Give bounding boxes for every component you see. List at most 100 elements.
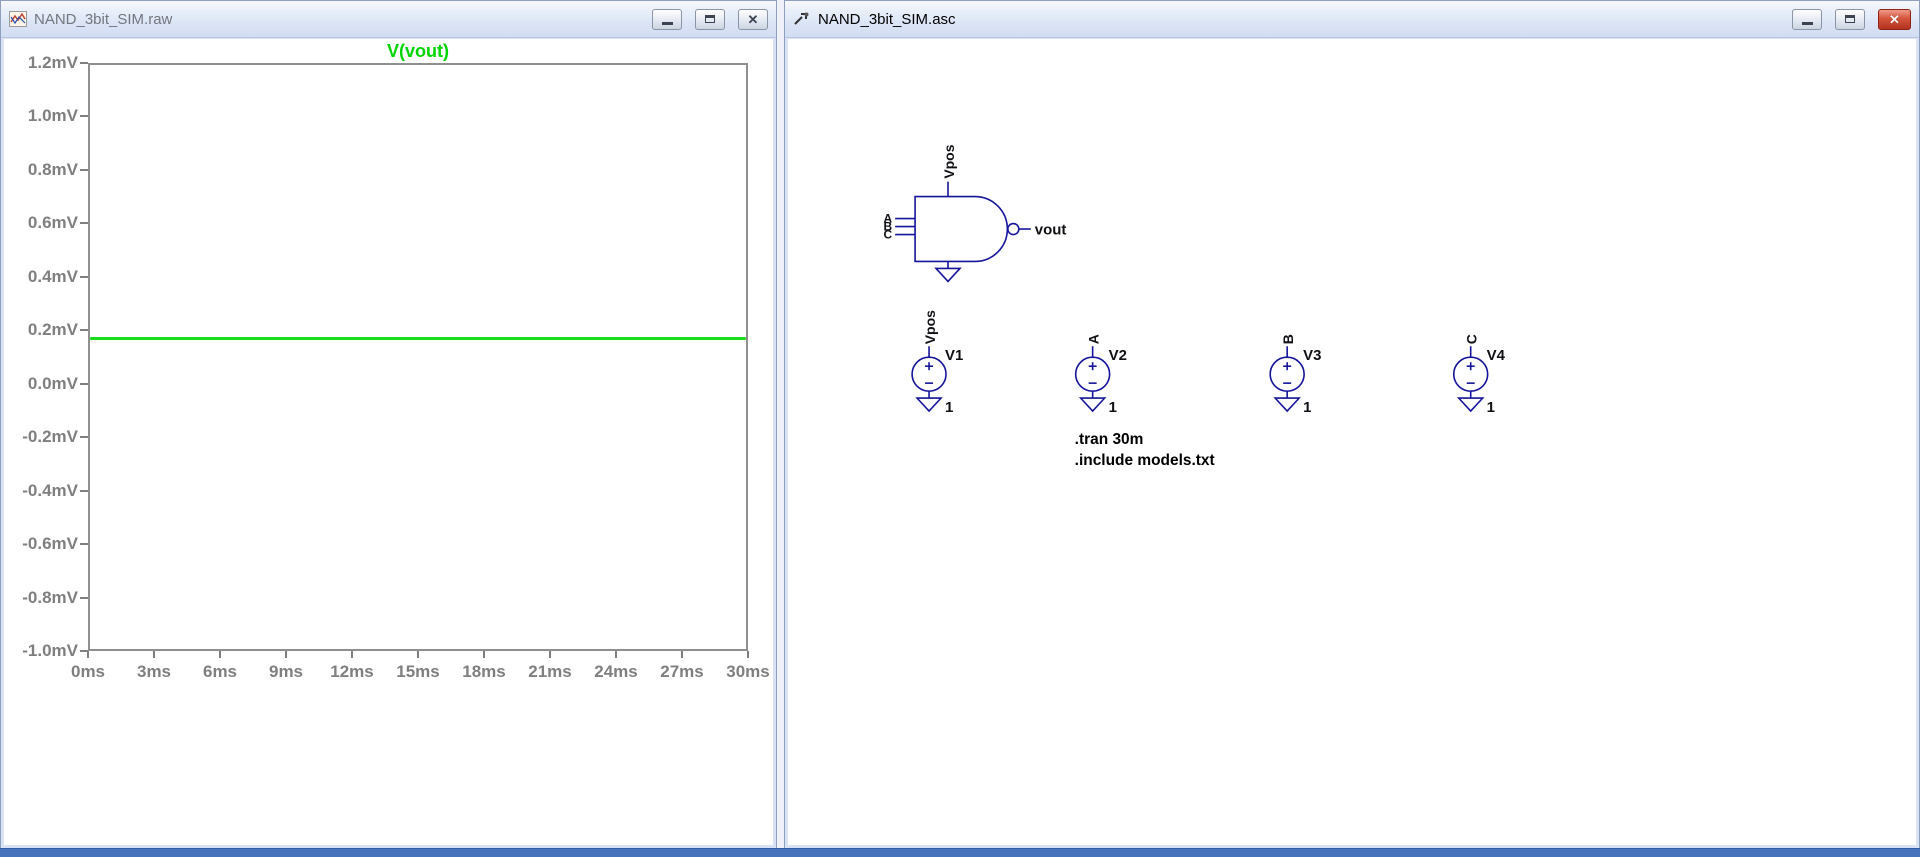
x-tick-mark [87, 651, 89, 658]
close-icon: ✕ [748, 13, 759, 26]
y-tick-label: -0.2mV [4, 427, 78, 447]
nand-gate[interactable]: A B C Vpos vout [883, 144, 1066, 281]
y-tick-label: 1.2mV [4, 53, 78, 73]
net-label-vout[interactable]: vout [1035, 222, 1067, 239]
x-tick-mark [615, 651, 617, 658]
voltage-source-v2[interactable]: A V2 1 [1076, 334, 1127, 416]
y-tick-label: 1.0mV [4, 106, 78, 126]
y-tick-mark [80, 276, 88, 278]
y-tick-mark [80, 383, 88, 385]
voltage-source-v3[interactable]: B V3 1 [1270, 334, 1321, 416]
maximize-button[interactable] [695, 9, 725, 30]
minimize-button[interactable] [652, 9, 682, 30]
x-tick-label: 9ms [251, 662, 321, 682]
x-tick-label: 3ms [119, 662, 189, 682]
ground-symbol[interactable] [936, 268, 960, 281]
x-tick-mark [285, 651, 287, 658]
minimize-icon [662, 22, 673, 25]
schematic-canvas[interactable]: A B C Vpos vout Vpos V1 1 [788, 39, 1916, 845]
source-name[interactable]: V2 [1109, 347, 1127, 364]
schematic-drawing: A B C Vpos vout Vpos V1 1 [788, 39, 1916, 845]
x-tick-label: 24ms [581, 662, 651, 682]
ground-symbol[interactable] [917, 398, 941, 411]
schematic-window: NAND_3bit_SIM.asc ✕ A B C Vpos [784, 0, 1920, 849]
net-label[interactable]: Vpos [922, 310, 938, 344]
source-name[interactable]: V1 [945, 347, 963, 364]
net-label[interactable]: A [1086, 334, 1102, 344]
source-value[interactable]: 1 [945, 399, 953, 416]
schematic-file-icon [793, 11, 811, 27]
source-value[interactable]: 1 [1303, 399, 1311, 416]
source-name[interactable]: V4 [1487, 347, 1506, 364]
maximize-icon [705, 15, 715, 23]
spice-directive-tran[interactable]: .tran 30m [1075, 431, 1144, 448]
waveform-file-icon [9, 11, 27, 27]
ground-symbol[interactable] [1081, 398, 1105, 411]
y-tick-mark [80, 329, 88, 331]
x-tick-mark [483, 651, 485, 658]
x-tick-label: 6ms [185, 662, 255, 682]
y-tick-label: -0.6mV [4, 534, 78, 554]
maximize-icon [1845, 15, 1855, 23]
minimize-icon [1802, 22, 1813, 25]
waveform-pane[interactable]: V(vout) 1.2mV 1.0mV 0.8mV 0.6mV 0.4mV 0.2mV 0.… [4, 39, 773, 845]
x-tick-mark [549, 651, 551, 658]
y-tick-label: -1.0mV [4, 641, 78, 661]
y-tick-mark [80, 597, 88, 599]
minimize-button[interactable] [1792, 9, 1822, 30]
source-value[interactable]: 1 [1487, 399, 1495, 416]
x-tick-label: 0ms [53, 662, 123, 682]
x-tick-label: 30ms [713, 662, 773, 682]
x-tick-mark [747, 651, 749, 658]
close-button[interactable]: ✕ [1878, 9, 1911, 30]
waveform-window: NAND_3bit_SIM.raw ✕ V(vout) 1.2mV 1.0mV 0.… [0, 0, 777, 849]
x-tick-mark [351, 651, 353, 658]
y-tick-mark [80, 490, 88, 492]
plot-title[interactable]: V(vout) [88, 41, 748, 63]
y-tick-mark [80, 169, 88, 171]
x-tick-mark [681, 651, 683, 658]
y-tick-mark [80, 62, 88, 64]
window-bottom-border [0, 848, 1920, 857]
y-tick-label: -0.8mV [4, 588, 78, 608]
trace-vout[interactable] [90, 337, 746, 340]
inversion-bubble [1008, 224, 1019, 235]
voltage-source-v1[interactable]: Vpos V1 1 [912, 310, 963, 416]
x-tick-mark [219, 651, 221, 658]
close-icon: ✕ [1889, 13, 1900, 26]
voltage-source-v4[interactable]: C V4 1 [1454, 334, 1506, 416]
source-name[interactable]: V3 [1303, 347, 1321, 364]
x-tick-label: 15ms [383, 662, 453, 682]
schematic-titlebar[interactable]: NAND_3bit_SIM.asc ✕ [785, 1, 1919, 38]
x-tick-label: 27ms [647, 662, 717, 682]
y-tick-label: 0.2mV [4, 320, 78, 340]
source-value[interactable]: 1 [1109, 399, 1117, 416]
ground-symbol[interactable] [1459, 398, 1483, 411]
close-button[interactable]: ✕ [738, 9, 768, 30]
net-label[interactable]: C [1464, 334, 1480, 344]
y-tick-label: 0.4mV [4, 267, 78, 287]
y-tick-mark [80, 436, 88, 438]
y-tick-label: -0.4mV [4, 481, 78, 501]
x-tick-label: 12ms [317, 662, 387, 682]
y-tick-mark [80, 222, 88, 224]
pin-label-c: C [883, 228, 892, 242]
waveform-window-title: NAND_3bit_SIM.raw [34, 11, 172, 28]
y-tick-label: 0.0mV [4, 374, 78, 394]
maximize-button[interactable] [1835, 9, 1865, 30]
net-label-vpos[interactable]: Vpos [941, 144, 957, 178]
net-label[interactable]: B [1280, 334, 1296, 344]
y-tick-mark [80, 115, 88, 117]
x-tick-mark [153, 651, 155, 658]
spice-directive-include[interactable]: .include models.txt [1075, 452, 1215, 469]
y-tick-label: 0.6mV [4, 213, 78, 233]
waveform-titlebar[interactable]: NAND_3bit_SIM.raw ✕ [1, 1, 776, 38]
x-tick-mark [417, 651, 419, 658]
ground-symbol[interactable] [1275, 398, 1299, 411]
nand-body[interactable] [915, 197, 1007, 262]
x-tick-label: 21ms [515, 662, 585, 682]
y-tick-label: 0.8mV [4, 160, 78, 180]
plot-box[interactable] [88, 63, 748, 651]
schematic-window-title: NAND_3bit_SIM.asc [818, 11, 956, 28]
x-tick-label: 18ms [449, 662, 519, 682]
